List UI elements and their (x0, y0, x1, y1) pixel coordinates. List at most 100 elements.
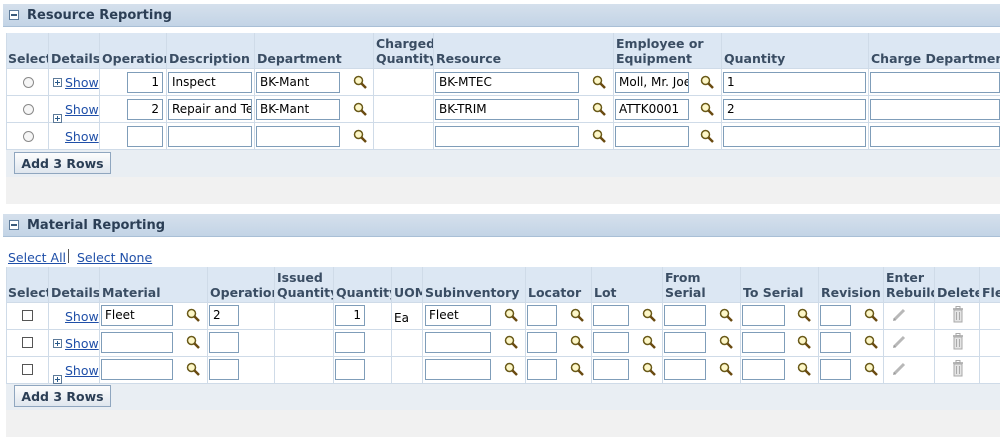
trash-icon[interactable] (950, 306, 966, 323)
row-select-checkbox[interactable] (22, 364, 33, 375)
row-select-radio[interactable] (23, 104, 34, 115)
resource-field[interactable]: BK-MTEC (435, 72, 579, 93)
row-select-radio[interactable] (23, 131, 34, 142)
quantity-field[interactable]: 1 (335, 305, 365, 326)
subinventory-field[interactable]: Fleet (425, 305, 491, 326)
magnifier-icon[interactable] (864, 362, 878, 376)
description-field[interactable] (168, 126, 252, 147)
magnifier-icon[interactable] (719, 308, 733, 322)
collapse-icon[interactable] (9, 10, 19, 20)
employee-field[interactable] (615, 126, 689, 147)
add-3-rows-button[interactable]: Add 3 Rows (14, 152, 111, 174)
magnifier-icon[interactable] (186, 335, 200, 349)
description-field[interactable]: Inspect (168, 72, 252, 93)
magnifier-icon[interactable] (864, 308, 878, 322)
revision-field[interactable] (820, 359, 851, 380)
to-serial-field[interactable] (742, 332, 785, 353)
expand-plus-icon[interactable] (53, 339, 62, 348)
expand-plus-icon[interactable] (53, 78, 62, 87)
revision-field[interactable] (820, 332, 851, 353)
from-serial-field[interactable] (664, 332, 706, 353)
magnifier-icon[interactable] (570, 308, 584, 322)
show-details-link[interactable]: Show (65, 75, 99, 90)
quantity-field[interactable] (723, 126, 866, 147)
employee-field[interactable]: Moll, Mr. Joe (615, 72, 689, 93)
pencil-icon[interactable] (891, 307, 907, 323)
magnifier-icon[interactable] (642, 308, 656, 322)
trash-icon[interactable] (950, 360, 966, 377)
charge-department-field[interactable] (870, 99, 1000, 120)
operation-field[interactable] (127, 126, 163, 147)
magnifier-icon[interactable] (504, 362, 518, 376)
magnifier-icon[interactable] (797, 308, 811, 322)
expand-plus-icon[interactable] (53, 375, 62, 384)
magnifier-icon[interactable] (592, 102, 606, 116)
resource-reporting-header[interactable]: Resource Reporting (3, 4, 1000, 27)
department-field[interactable] (256, 126, 340, 147)
material-reporting-header[interactable]: Material Reporting (3, 214, 1000, 237)
quantity-field[interactable]: 1 (723, 72, 866, 93)
magnifier-icon[interactable] (642, 335, 656, 349)
magnifier-icon[interactable] (570, 362, 584, 376)
show-details-link[interactable]: Show (65, 336, 99, 351)
show-details-link[interactable]: Show (65, 309, 99, 324)
magnifier-icon[interactable] (186, 308, 200, 322)
charge-department-field[interactable] (870, 72, 1000, 93)
employee-field[interactable]: ATTK0001 (615, 99, 689, 120)
material-field[interactable]: Fleet (101, 305, 173, 326)
row-select-checkbox[interactable] (22, 337, 33, 348)
magnifier-icon[interactable] (504, 335, 518, 349)
show-details-link[interactable]: Show (65, 102, 99, 117)
magnifier-icon[interactable] (719, 335, 733, 349)
row-select-radio[interactable] (23, 77, 34, 88)
resource-field[interactable] (435, 126, 579, 147)
to-serial-field[interactable] (742, 305, 785, 326)
show-details-link[interactable]: Show (65, 363, 99, 378)
operation-field[interactable]: 2 (209, 305, 239, 326)
magnifier-icon[interactable] (353, 129, 367, 143)
lot-field[interactable] (593, 359, 629, 380)
lot-field[interactable] (593, 305, 629, 326)
select-all-link[interactable]: Select All (8, 250, 66, 265)
magnifier-icon[interactable] (700, 129, 714, 143)
subinventory-field[interactable] (425, 359, 491, 380)
operation-field[interactable]: 1 (127, 72, 163, 93)
magnifier-icon[interactable] (353, 75, 367, 89)
locator-field[interactable] (527, 332, 557, 353)
add-3-rows-button[interactable]: Add 3 Rows (14, 385, 111, 407)
operation-field[interactable]: 2 (127, 99, 163, 120)
magnifier-icon[interactable] (864, 335, 878, 349)
material-field[interactable] (101, 359, 173, 380)
description-field[interactable]: Repair and Test (168, 99, 252, 120)
magnifier-icon[interactable] (504, 308, 518, 322)
from-serial-field[interactable] (664, 359, 706, 380)
magnifier-icon[interactable] (570, 335, 584, 349)
pencil-icon[interactable] (891, 361, 907, 377)
magnifier-icon[interactable] (186, 362, 200, 376)
charge-department-field[interactable] (870, 126, 1000, 147)
magnifier-icon[interactable] (700, 102, 714, 116)
magnifier-icon[interactable] (797, 335, 811, 349)
locator-field[interactable] (527, 359, 557, 380)
from-serial-field[interactable] (664, 305, 706, 326)
magnifier-icon[interactable] (353, 102, 367, 116)
lot-field[interactable] (593, 332, 629, 353)
operation-field[interactable] (209, 359, 239, 380)
pencil-icon[interactable] (891, 334, 907, 350)
material-field[interactable] (101, 332, 173, 353)
department-field[interactable]: BK-Mant (256, 72, 340, 93)
magnifier-icon[interactable] (797, 362, 811, 376)
magnifier-icon[interactable] (592, 129, 606, 143)
quantity-field[interactable]: 2 (723, 99, 866, 120)
magnifier-icon[interactable] (642, 362, 656, 376)
magnifier-icon[interactable] (700, 75, 714, 89)
magnifier-icon[interactable] (592, 75, 606, 89)
quantity-field[interactable] (335, 332, 365, 353)
expand-plus-icon[interactable] (53, 114, 62, 123)
quantity-field[interactable] (335, 359, 365, 380)
row-select-checkbox[interactable] (22, 310, 33, 321)
to-serial-field[interactable] (742, 359, 785, 380)
operation-field[interactable] (209, 332, 239, 353)
resource-field[interactable]: BK-TRIM (435, 99, 579, 120)
magnifier-icon[interactable] (719, 362, 733, 376)
